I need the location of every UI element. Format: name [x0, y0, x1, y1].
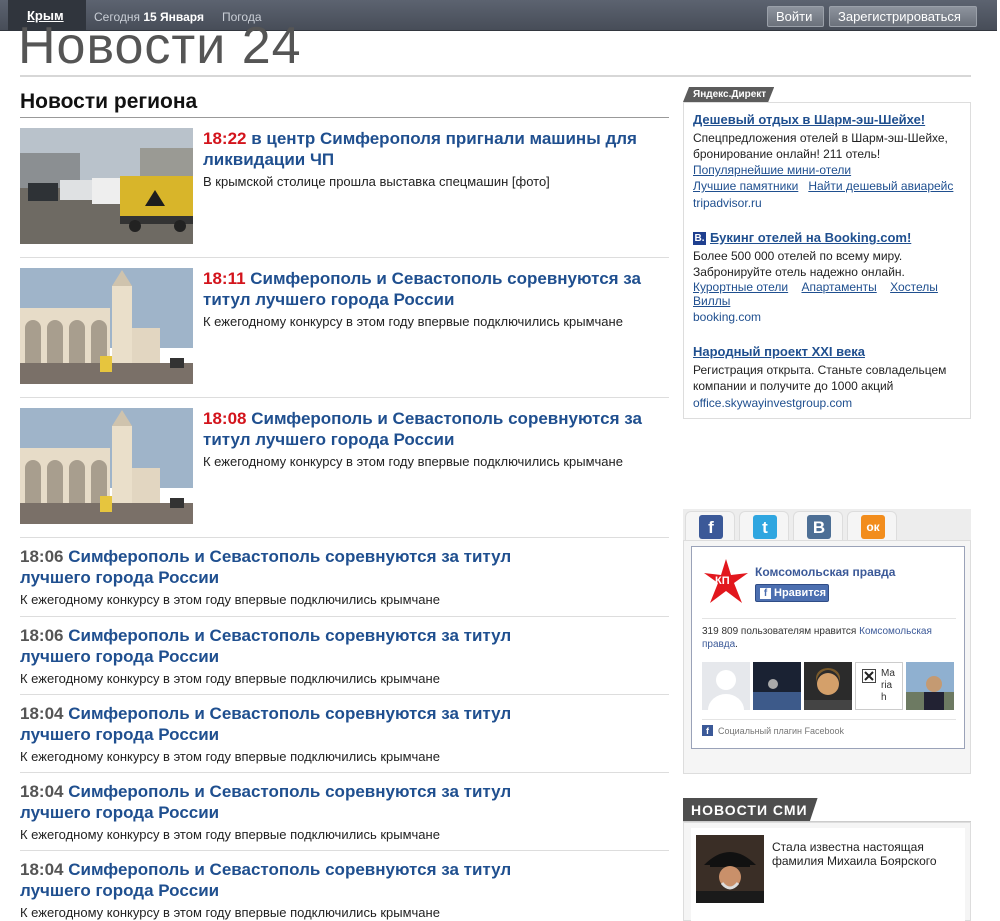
news-headline[interactable]: 18:04 Симферополь и Севастополь соревную… [20, 781, 540, 823]
tab-odnoklassniki[interactable]: ок [847, 511, 897, 541]
news-thumbnail-station[interactable] [20, 408, 193, 524]
news-item: 18:04 Симферополь и Севастополь соревную… [20, 781, 669, 851]
ad-url[interactable]: booking.com [693, 310, 961, 324]
odnoklassniki-icon: ок [861, 515, 885, 539]
ad-title[interactable]: B. Букинг отелей на Booking.com! [693, 230, 961, 245]
news-headline[interactable]: 18:06 Симферополь и Севастополь соревную… [20, 625, 540, 667]
fb-like-count: 319 809 пользователям нравится Комсомоль… [702, 626, 932, 650]
vkontakte-icon: B [807, 515, 831, 539]
facebook-icon: f [702, 725, 713, 736]
yandex-direct-label[interactable]: Яндекс.Директ [683, 87, 774, 102]
social-tabs: f t B ок [683, 509, 971, 541]
section-title: Новости региона [20, 90, 198, 113]
news-lead: К ежегодному конкурсу в этом году впервы… [20, 905, 440, 920]
facebook-icon: f [699, 515, 723, 539]
section-divider [20, 117, 669, 118]
news-thumbnail-vehicles[interactable] [20, 128, 193, 244]
tab-facebook[interactable]: f [685, 511, 735, 541]
facebook-like-box: КП Комсомольская правда f Нравится 319 80… [691, 546, 965, 749]
news-headline[interactable]: 18:11 Симферополь и Севастополь соревную… [203, 268, 669, 310]
avatar[interactable] [702, 662, 750, 710]
news-lead: В крымской столице прошла выставка спецм… [203, 174, 550, 189]
twitter-icon: t [753, 515, 777, 539]
ad-text: Регистрация открыта. Станьте совладельце… [693, 363, 947, 393]
ad-link[interactable]: Лучшие памятники [693, 179, 798, 193]
ad-block: Народный проект XXI века Регистрация отк… [693, 344, 961, 410]
ad-link[interactable]: Апартаменты [801, 280, 876, 294]
ad-link[interactable]: Найти дешевый авиарейс [808, 179, 953, 193]
ad-url[interactable]: tripadvisor.ru [693, 196, 961, 210]
news-item: 18:08 Симферополь и Севастополь соревную… [20, 408, 669, 538]
news-lead: К ежегодному конкурсу в этом году впервы… [20, 592, 440, 607]
ad-link[interactable]: Хостелы [890, 280, 938, 294]
news-item: 18:06 Симферополь и Севастополь соревную… [20, 546, 669, 617]
news-lead: К ежегодному конкурсу в этом году впервы… [203, 454, 623, 469]
ad-title[interactable]: Дешевый отдых в Шарм-эш-Шейхе! [693, 112, 961, 127]
news-headline[interactable]: 18:08 Симферополь и Севастополь соревную… [203, 408, 669, 450]
news-lead: К ежегодному конкурсу в этом году впервы… [20, 827, 440, 842]
news-lead: К ежегодному конкурсу в этом году впервы… [20, 749, 440, 764]
ad-block: B. Букинг отелей на Booking.com! Более 50… [693, 230, 961, 324]
ad-link[interactable]: Популярнейшие мини-отели [693, 163, 851, 177]
ad-link[interactable]: Курортные отели [693, 280, 788, 294]
avatar[interactable] [906, 662, 954, 710]
ad-block: Дешевый отдых в Шарм-эш-Шейхе! Спецпредл… [693, 112, 961, 210]
avatar[interactable] [753, 662, 801, 710]
news-lead: К ежегодному конкурсу в этом году впервы… [203, 314, 623, 329]
ad-url[interactable]: office.skywayinvestgroup.com [693, 396, 961, 410]
smi-box: Стала известна настоящая фамилия Михаила… [683, 822, 971, 921]
login-button[interactable]: Войти [767, 6, 824, 27]
news-lead: К ежегодному конкурсу в этом году впервы… [20, 671, 440, 686]
logo-divider [20, 75, 971, 77]
news-item: 18:04 Симферополь и Севастополь соревную… [20, 703, 669, 773]
avatar[interactable] [804, 662, 852, 710]
smi-header: НОВОСТИ СМИ [683, 798, 818, 822]
kp-logo-icon[interactable]: КП [704, 559, 748, 605]
booking-logo-icon: B. [693, 232, 706, 245]
fb-like-button[interactable]: f Нравится [755, 584, 829, 602]
fb-page-name[interactable]: Комсомольская правда [755, 565, 895, 579]
yandex-direct-box: Дешевый отдых в Шарм-эш-Шейхе! Спецпредл… [683, 102, 971, 419]
ad-text: Спецпредложения отелей в Шарм-эш-Шейхе, … [693, 131, 948, 161]
tab-vkontakte[interactable]: B [793, 511, 843, 541]
fb-plugin-label[interactable]: f Социальный плагин Facebook [702, 725, 844, 736]
news-item: 18:22 в центр Симферополя пригнали машин… [20, 128, 669, 258]
avatar[interactable]: Mariah [855, 662, 903, 710]
smi-headline[interactable]: Стала известна настоящая фамилия Михаила… [772, 840, 952, 868]
news-item: 18:04 Симферополь и Севастополь соревную… [20, 859, 669, 921]
news-headline[interactable]: 18:22 в центр Симферополя пригнали машин… [203, 128, 669, 170]
tab-twitter[interactable]: t [739, 511, 789, 541]
news-headline[interactable]: 18:04 Симферополь и Севастополь соревную… [20, 859, 540, 901]
facebook-icon: f [760, 588, 771, 599]
site-logo[interactable]: Новости 24 [18, 20, 302, 70]
ad-link[interactable]: Виллы [693, 294, 730, 308]
news-item: 18:11 Симферополь и Севастополь соревную… [20, 268, 669, 398]
news-headline[interactable]: 18:06 Симферополь и Севастополь соревную… [20, 546, 540, 588]
news-thumbnail-station[interactable] [20, 268, 193, 384]
social-widget-box: КП Комсомольская правда f Нравится 319 80… [683, 540, 971, 774]
smi-thumbnail[interactable] [696, 835, 764, 903]
news-item: 18:06 Симферополь и Севастополь соревную… [20, 625, 669, 695]
register-button[interactable]: Зарегистрироваться [829, 6, 977, 27]
ad-text: Более 500 000 отелей по всему миру. Забр… [693, 249, 905, 279]
news-headline[interactable]: 18:04 Симферополь и Севастополь соревную… [20, 703, 540, 745]
ad-title[interactable]: Народный проект XXI века [693, 344, 961, 359]
